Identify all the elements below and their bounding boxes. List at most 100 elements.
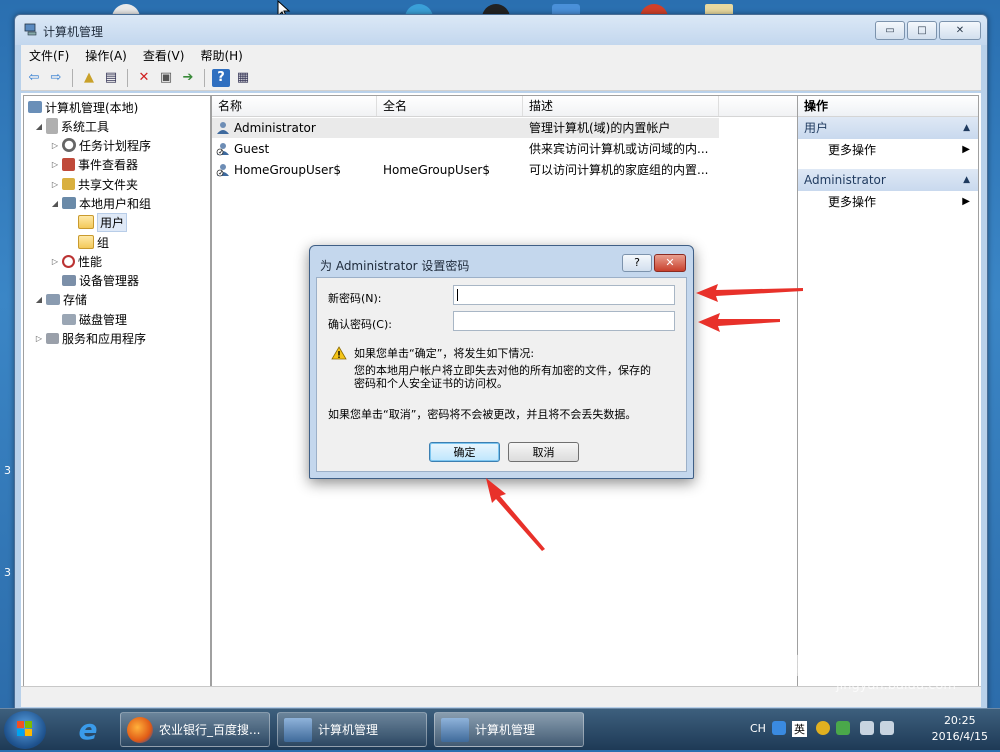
warning-text: 如果您单击“确定”，将发生如下情况: xyxy=(354,347,535,360)
volume-icon[interactable] xyxy=(880,721,894,735)
tree-task-scheduler[interactable]: ▷ 任务计划程序 xyxy=(50,136,151,154)
tree-disk-management[interactable]: 磁盘管理 xyxy=(60,310,127,328)
tools-icon xyxy=(46,118,58,134)
minimize-icon: ▭ xyxy=(885,25,895,36)
tree-device-manager[interactable]: 设备管理器 xyxy=(60,271,139,289)
ime-icon[interactable] xyxy=(772,721,786,735)
tree-shared-folders[interactable]: ▷ 共享文件夹 xyxy=(50,175,138,193)
expand-triangle-icon[interactable]: ▷ xyxy=(50,180,60,189)
device-manager-icon xyxy=(62,274,76,286)
language-indicator[interactable]: CH xyxy=(750,722,766,735)
collapse-triangle-icon[interactable]: ◢ xyxy=(50,199,60,208)
cancel-button[interactable]: 取消 xyxy=(508,442,579,462)
properties-icon[interactable]: ▣ xyxy=(157,69,175,87)
menu-view[interactable]: 查看(V) xyxy=(135,47,193,64)
show-action-pane-icon[interactable]: ▦ xyxy=(234,69,252,87)
tree-label: 计算机管理(本地) xyxy=(45,100,139,115)
users-group-icon xyxy=(62,197,76,209)
tree-storage[interactable]: ◢ 存储 xyxy=(34,290,87,308)
taskbar-item-firefox[interactable]: 农业银行_百度搜... xyxy=(120,712,270,747)
collapse-up-icon[interactable]: ▲ xyxy=(963,117,970,139)
help-icon[interactable]: ? xyxy=(212,68,230,87)
expand-triangle-icon[interactable]: ▷ xyxy=(34,334,44,343)
dialog-help-button[interactable]: ? xyxy=(622,254,652,272)
new-password-field[interactable] xyxy=(453,285,675,305)
more-actions-item[interactable]: 更多操作 ▶ xyxy=(798,139,978,161)
user-description: 可以访问计算机的家庭组的内置... xyxy=(529,163,709,177)
tree-performance[interactable]: ▷ 性能 xyxy=(50,252,102,270)
up-folder-icon[interactable]: ▲ xyxy=(80,69,98,87)
user-name: Guest xyxy=(234,142,270,156)
desktop-edge-text: 3 xyxy=(4,464,11,477)
expand-triangle-icon[interactable]: ▷ xyxy=(50,257,60,266)
collapse-triangle-icon[interactable]: ◢ xyxy=(34,295,44,304)
taskbar: e 农业银行_百度搜... 计算机管理 计算机管理 CH 英 20:25 201… xyxy=(0,708,1000,750)
ime-mode[interactable]: 英 xyxy=(792,721,807,737)
export-list-icon[interactable]: ➔ xyxy=(179,69,197,87)
shared-folder-icon xyxy=(62,178,75,190)
task-label: 计算机管理 xyxy=(475,723,536,737)
expand-triangle-icon[interactable]: ▷ xyxy=(50,160,60,169)
maximize-icon: □ xyxy=(917,25,927,36)
collapse-triangle-icon[interactable]: ◢ xyxy=(34,122,44,131)
tree-label: 磁盘管理 xyxy=(79,312,128,327)
tree-local-users-groups[interactable]: ◢ 本地用户和组 xyxy=(50,194,151,212)
windows-logo-icon xyxy=(17,721,32,736)
start-button[interactable] xyxy=(4,711,46,749)
help-icon: ? xyxy=(634,256,640,269)
tree-groups[interactable]: 组 xyxy=(76,233,109,251)
show-hide-tree-icon[interactable]: ▤ xyxy=(102,69,120,87)
tree-label: 用户 xyxy=(97,212,128,232)
ok-button[interactable]: 确定 xyxy=(429,442,500,462)
table-row[interactable]: Guest 供来宾访问计算机或访问域的内... xyxy=(212,139,719,159)
antivirus-icon[interactable] xyxy=(836,721,850,735)
folder-icon xyxy=(78,215,94,229)
menu-help[interactable]: 帮助(H) xyxy=(192,47,250,64)
firefox-icon xyxy=(127,716,153,743)
tree-services-apps[interactable]: ▷ 服务和应用程序 xyxy=(34,329,146,347)
column-header-description[interactable]: 描述 xyxy=(523,96,719,116)
delete-icon[interactable]: ✕ xyxy=(135,69,153,87)
more-actions-item[interactable]: 更多操作 ▶ xyxy=(798,191,978,213)
clock[interactable]: 20:25 2016/4/15 xyxy=(932,713,988,745)
collapse-up-icon[interactable]: ▲ xyxy=(963,169,970,191)
security-icon[interactable] xyxy=(816,721,830,735)
maximize-button[interactable]: □ xyxy=(907,21,937,40)
toolbar-separator xyxy=(204,68,205,87)
menu-file[interactable]: 文件(F) xyxy=(21,47,77,64)
tree-event-viewer[interactable]: ▷ 事件查看器 xyxy=(50,155,138,173)
actions-group-title: Administrator xyxy=(804,173,886,187)
actions-group-users[interactable]: 用户 ▲ xyxy=(798,117,978,139)
computer-management-icon xyxy=(441,717,469,742)
taskbar-item-computer-management-active[interactable]: 计算机管理 xyxy=(434,712,584,747)
desktop-edge-text: 3 xyxy=(4,566,11,579)
close-button[interactable]: ✕ xyxy=(939,21,981,40)
storage-icon xyxy=(46,293,60,305)
network-icon[interactable] xyxy=(860,721,874,735)
warning-icon xyxy=(331,346,347,360)
dialog-close-button[interactable]: ✕ xyxy=(654,254,686,272)
title-bar[interactable]: 计算机管理 ▭ □ ✕ xyxy=(15,15,987,45)
set-password-dialog: 为 Administrator 设置密码 ? ✕ 新密码(N): 确认密码(C)… xyxy=(309,245,694,479)
table-row[interactable]: Administrator 管理计算机(域)的内置帐户 xyxy=(212,118,719,138)
menu-action[interactable]: 操作(A) xyxy=(77,47,135,64)
taskbar-item-computer-management[interactable]: 计算机管理 xyxy=(277,712,427,747)
clock-time: 20:25 xyxy=(943,714,976,727)
user-icon xyxy=(217,122,229,134)
tree-label: 任务计划程序 xyxy=(79,138,152,153)
expand-triangle-icon[interactable]: ▷ xyxy=(50,141,60,150)
more-actions-label: 更多操作 xyxy=(828,195,877,209)
minimize-button[interactable]: ▭ xyxy=(875,21,905,40)
forward-arrow-icon[interactable]: ⇨ xyxy=(47,69,65,87)
column-header-name[interactable]: 名称 xyxy=(212,96,377,116)
table-row[interactable]: HomeGroupUser$ HomeGroupUser$ 可以访问计算机的家庭… xyxy=(212,160,719,180)
ie-pinned-button[interactable]: e xyxy=(62,712,114,747)
actions-group-administrator[interactable]: Administrator ▲ xyxy=(798,169,978,191)
clock-date: 2016/4/15 xyxy=(931,730,988,743)
tree-system-tools[interactable]: ◢ 系统工具 xyxy=(34,117,109,135)
confirm-password-field[interactable] xyxy=(453,311,675,331)
back-arrow-icon[interactable]: ⇦ xyxy=(25,69,43,87)
column-header-fullname[interactable]: 全名 xyxy=(377,96,523,116)
tree-root[interactable]: 计算机管理(本地) xyxy=(26,98,138,116)
tree-users[interactable]: 用户 xyxy=(76,212,128,232)
